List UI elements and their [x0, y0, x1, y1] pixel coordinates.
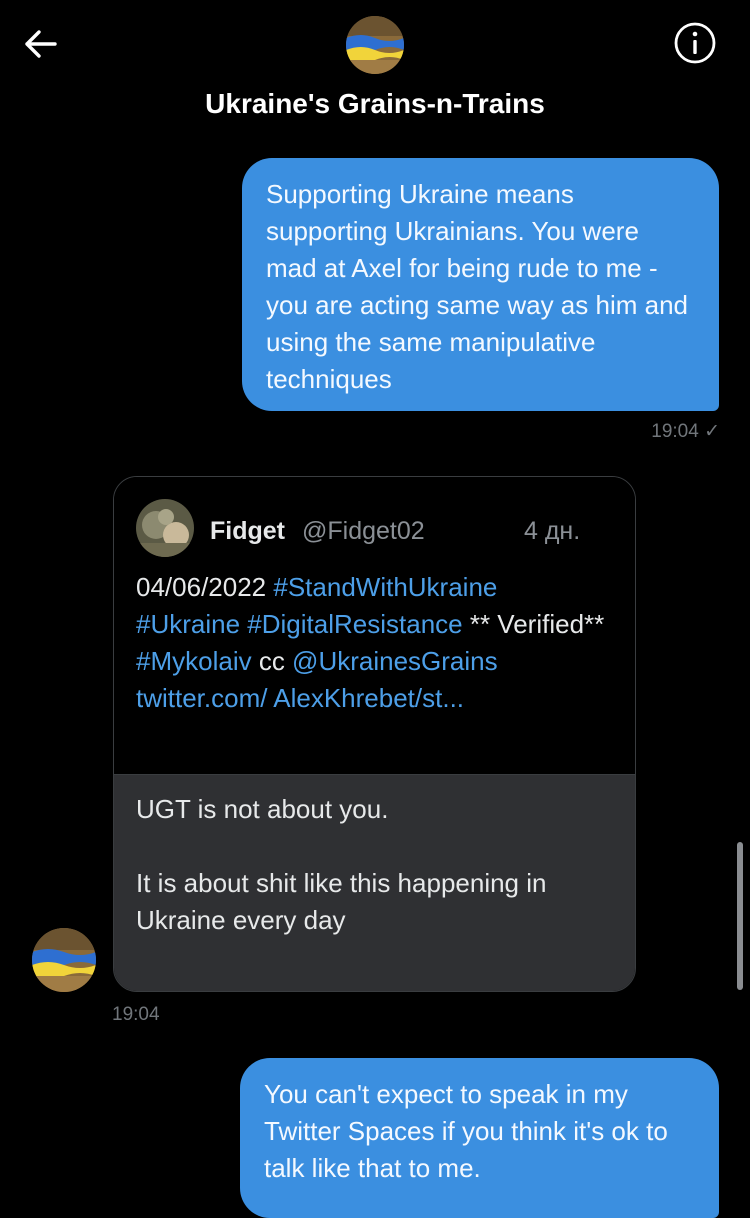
arrow-left-icon: [25, 30, 57, 58]
message-timestamp: 19:04 ✓: [651, 421, 720, 442]
ukraine-flag-avatar-image: [346, 16, 404, 74]
incoming-message-card[interactable]: Fidget @Fidget02 4 дн. 04/06/2022 #Stand…: [113, 476, 636, 992]
tweet-text: 04/06/2022 #StandWithUkraine #Ukraine #D…: [136, 569, 606, 717]
hashtag-link[interactable]: #Mykolaiv: [136, 646, 252, 676]
outgoing-message[interactable]: Supporting Ukraine means supporting Ukra…: [242, 158, 719, 411]
outgoing-message[interactable]: You can't expect to speak in my Twitter …: [240, 1058, 719, 1218]
message-timestamp: 19:04: [112, 1004, 160, 1025]
tweet-cc-text: cc: [251, 646, 293, 676]
hashtag-link[interactable]: #Ukraine: [136, 609, 240, 639]
tweet-age: 4 дн.: [524, 517, 581, 545]
tweet-url-link[interactable]: twitter.com/ AlexKhrebet/st...: [136, 683, 464, 713]
conversation-avatar[interactable]: [346, 16, 404, 74]
author-avatar-image: [136, 499, 194, 557]
info-button[interactable]: [672, 20, 718, 66]
tweet-author-handle: @Fidget02: [302, 517, 425, 545]
back-button[interactable]: [18, 22, 62, 66]
ukraine-flag-avatar-image: [32, 928, 96, 992]
scrollbar-thumb[interactable]: [737, 842, 743, 990]
hashtag-link[interactable]: #StandWithUkraine: [273, 572, 497, 602]
mention-link[interactable]: @UkrainesGrains: [292, 646, 498, 676]
reply-line: UGT is not about you.: [136, 794, 389, 824]
conversation-title[interactable]: Ukraine's Grains-n-Trains: [0, 88, 750, 120]
reply-line: It is about shit like this happening in …: [136, 868, 547, 935]
hashtag-link[interactable]: #DigitalResistance: [247, 609, 462, 639]
info-icon: [674, 22, 716, 64]
tweet-verified-text: ** Verified**: [462, 609, 605, 639]
tweet-date: 04/06/2022: [136, 572, 267, 602]
sender-avatar[interactable]: [32, 928, 96, 992]
tweet-author-avatar[interactable]: [136, 499, 194, 557]
tweet-author-name: Fidget: [210, 517, 285, 545]
quoted-tweet[interactable]: Fidget @Fidget02 4 дн. 04/06/2022 #Stand…: [114, 477, 635, 775]
incoming-message-text[interactable]: UGT is not about you. It is about shit l…: [114, 775, 635, 991]
